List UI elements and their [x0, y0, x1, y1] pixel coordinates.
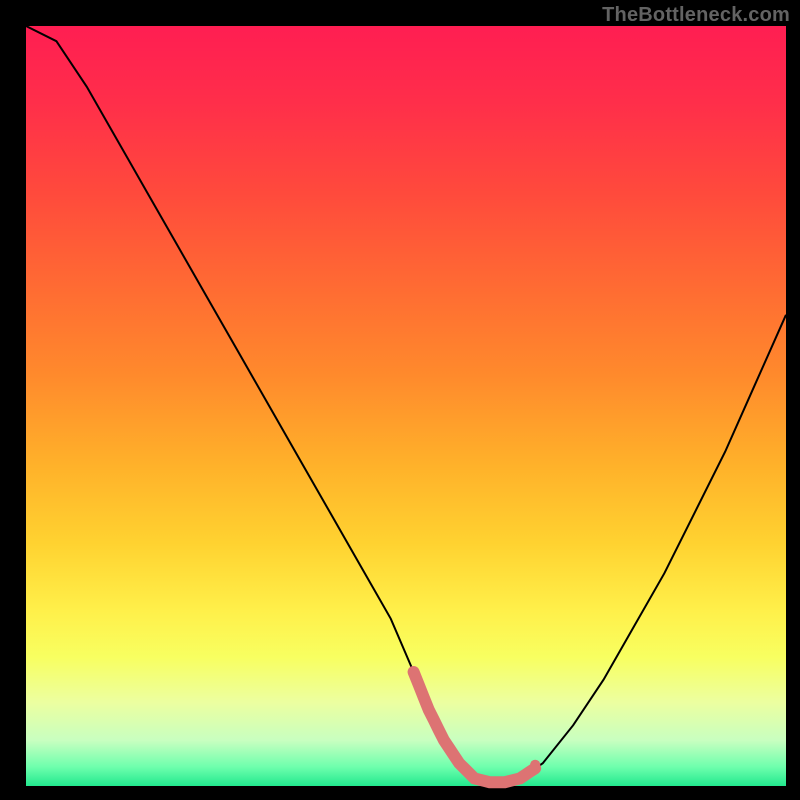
chart-stage: TheBottleneck.com — [0, 0, 800, 800]
plot-background — [26, 26, 786, 786]
spike-marker — [530, 760, 540, 770]
bottleneck-chart — [0, 0, 800, 800]
watermark-text: TheBottleneck.com — [602, 4, 790, 27]
